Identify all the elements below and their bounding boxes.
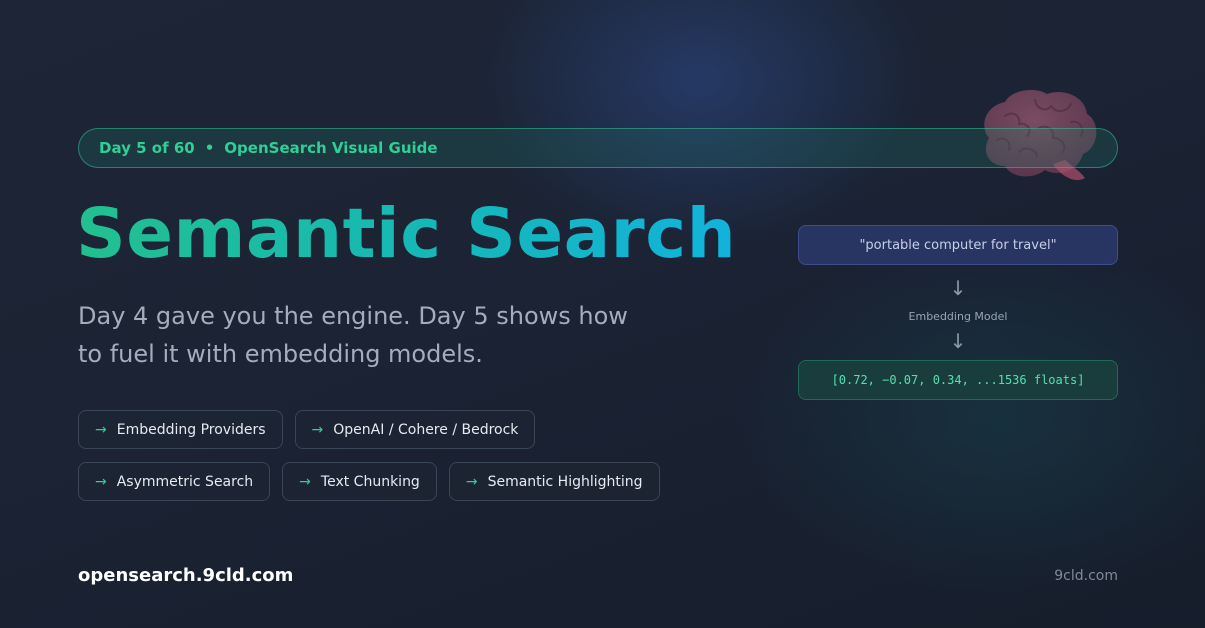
tag-label: Asymmetric Search — [116, 473, 254, 490]
arrow-right-icon: → — [95, 473, 107, 490]
footer-brand: 9cld.com — [1054, 568, 1118, 584]
tag-label: Embedding Providers — [116, 421, 266, 438]
arrow-right-icon: → — [95, 421, 107, 438]
tag-openai-cohere-bedrock: → OpenAI / Cohere / Bedrock — [294, 410, 536, 449]
arrow-right-icon: → — [465, 473, 478, 490]
tag-semantic-highlighting: → Semantic Highlighting — [448, 462, 660, 501]
tag-row: → Asymmetric Search → Text Chunking → Se… — [78, 462, 660, 501]
arrow-down-icon: ↓ — [949, 329, 967, 353]
arrow-right-icon: → — [311, 421, 324, 438]
tag-label: Text Chunking — [320, 473, 420, 490]
footer-url[interactable]: opensearch.9cld.com — [78, 565, 293, 586]
tag-row: → Embedding Providers → OpenAI / Cohere … — [78, 410, 660, 449]
tag-text-chunking: → Text Chunking — [282, 462, 437, 501]
query-box: "portable computer for travel" — [798, 225, 1118, 265]
embedding-model-label: Embedding Model — [908, 310, 1008, 323]
tag-embedding-providers: → Embedding Providers — [78, 410, 283, 449]
arrow-right-icon: → — [299, 473, 311, 490]
banner-day: Day 5 of 60 — [99, 139, 195, 157]
vector-output-box: [0.72, −0.07, 0.34, ...1536 floats] — [798, 360, 1118, 400]
embedding-flow-diagram: "portable computer for travel" ↓ Embeddi… — [798, 225, 1118, 400]
topic-tags: → Embedding Providers → OpenAI / Cohere … — [78, 410, 660, 514]
tag-label: Semantic Highlighting — [487, 473, 643, 490]
page-title: Semantic Search — [76, 194, 737, 274]
series-banner: Day 5 of 60 • OpenSearch Visual Guide — [78, 128, 1118, 168]
banner-series: OpenSearch Visual Guide — [224, 139, 438, 157]
subtitle: Day 4 gave you the engine. Day 5 shows h… — [78, 302, 628, 368]
tag-asymmetric-search: → Asymmetric Search — [78, 462, 271, 501]
arrow-down-icon: ↓ — [949, 276, 967, 300]
tag-label: OpenAI / Cohere / Bedrock — [333, 421, 519, 438]
banner-separator: • — [204, 139, 215, 157]
